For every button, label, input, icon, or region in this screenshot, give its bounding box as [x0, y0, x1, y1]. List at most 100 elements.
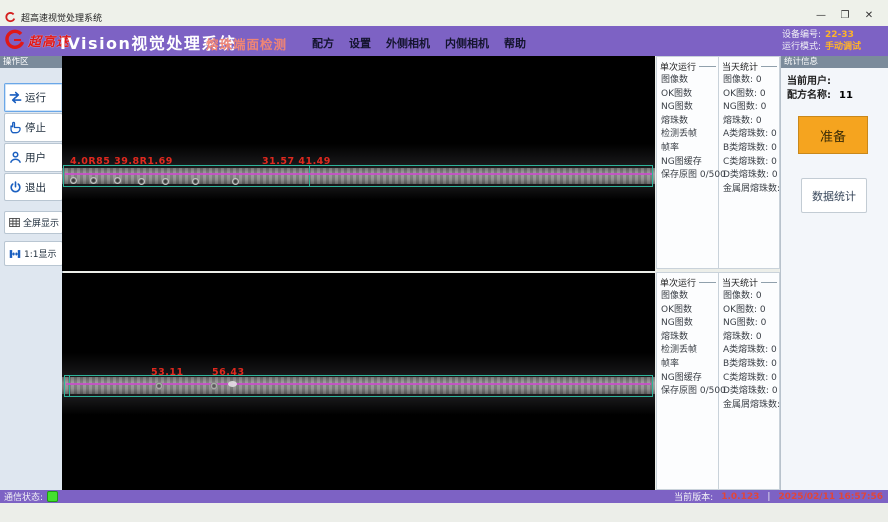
run-mode-label: 运行模式:	[782, 42, 821, 52]
exit-button[interactable]: 退出	[4, 173, 63, 201]
recipe-name-row: 配方名称:11	[787, 86, 853, 101]
window-controls: — ❐ ✕	[810, 8, 888, 26]
data-statistics-button[interactable]: 数据统计	[801, 178, 867, 213]
stop-button[interactable]: 停止	[4, 113, 63, 142]
one-to-one-icon	[8, 247, 22, 261]
stat-value: 图像数: 0	[719, 74, 779, 88]
stat-label: 图像数	[657, 290, 718, 304]
user-button[interactable]: 用户	[4, 143, 63, 172]
measurement-annotation: 56.43	[212, 367, 245, 378]
single-run-column: 单次运行 图像数 OK图数 NG图数 熔珠数 检测丢帧 帧率 NG图缓存 保存原…	[657, 57, 719, 268]
app-subtitle: 熔珠端面检测	[206, 34, 287, 53]
reflection-spot	[228, 381, 237, 387]
fullscreen-button[interactable]: 全屏显示	[4, 211, 63, 234]
stat-label: 帧率	[657, 358, 718, 372]
bead-marker	[70, 177, 77, 184]
recipe-name-value: 11	[839, 90, 853, 101]
info-panel-title: 统计信息	[781, 56, 888, 68]
stat-value: B类熔珠数: 0	[719, 142, 779, 156]
stat-value: C类熔珠数: 0	[719, 372, 779, 386]
sidebar-title: 操作区	[0, 56, 62, 68]
menu-settings[interactable]: 设置	[349, 35, 371, 51]
bead-marker	[155, 382, 163, 390]
bead-marker	[138, 178, 145, 185]
stat-label: 图像数	[657, 74, 718, 88]
stat-value: D类熔珠数: 0	[719, 169, 779, 183]
stat-value: 熔珠数: 0	[719, 331, 779, 345]
bead-marker	[232, 178, 239, 185]
version-value: 1.0.123	[721, 492, 759, 502]
menu-help[interactable]: 帮助	[504, 35, 526, 51]
stat-value: D类熔珠数: 0	[719, 385, 779, 399]
ready-button[interactable]: 准备	[798, 116, 868, 154]
app-logo-icon	[5, 12, 16, 23]
stat-value: 金属屑熔珠数: 0	[719, 399, 779, 413]
measurement-line	[65, 173, 652, 175]
stat-label: NG图数	[657, 101, 718, 115]
user-icon	[8, 150, 23, 165]
menu-recipe[interactable]: 配方	[312, 35, 334, 51]
stat-value: 熔珠数: 0	[719, 115, 779, 129]
hand-stop-icon	[8, 120, 23, 135]
stat-value: OK图数: 0	[719, 304, 779, 318]
today-stats-title: 当天统计	[722, 60, 758, 73]
menu-outer-camera[interactable]: 外侧相机	[386, 35, 430, 51]
brand-logo-icon	[4, 29, 26, 51]
app-header: 超高速 IVision视觉处理系统 熔珠端面检测 配方 设置 外侧相机 内侧相机…	[0, 26, 888, 56]
minimize-button[interactable]: —	[810, 8, 832, 24]
stat-label: 熔珠数	[657, 331, 718, 345]
stat-label: 熔珠数	[657, 115, 718, 129]
camera-viewport-inner[interactable]: 53.11 56.43	[62, 273, 655, 490]
device-info: 设备编号: 22-33 运行模式: 手动调试	[782, 29, 882, 53]
window-title: 超高速视觉处理系统	[21, 11, 102, 24]
stat-label: NG图数	[657, 317, 718, 331]
today-stats-title: 当天统计	[722, 276, 758, 289]
fullscreen-grid-icon	[8, 216, 21, 229]
bead-marker	[192, 178, 199, 185]
close-button[interactable]: ✕	[858, 8, 880, 24]
device-number-label: 设备编号:	[782, 30, 821, 40]
fullscreen-label: 全屏显示	[23, 216, 59, 229]
stat-value: OK图数: 0	[719, 88, 779, 102]
menu-inner-camera[interactable]: 内侧相机	[445, 35, 489, 51]
stat-label: OK图数	[657, 304, 718, 318]
stat-value: A类熔珠数: 0	[719, 344, 779, 358]
stat-value: A类熔珠数: 0	[719, 128, 779, 142]
stat-label: 检测丢帧	[657, 128, 718, 142]
one-to-one-button[interactable]: 1:1显示	[4, 241, 63, 266]
detection-roi-outline	[63, 165, 653, 187]
single-run-title: 单次运行	[660, 276, 696, 289]
stat-label: 保存原图 0/500	[657, 385, 718, 399]
stats-panel-inner: 单次运行 图像数 OK图数 NG图数 熔珠数 检测丢帧 帧率 NG图缓存 保存原…	[656, 272, 780, 490]
stat-label: OK图数	[657, 88, 718, 102]
run-mode-value: 手动调试	[825, 42, 861, 52]
camera-viewport-outer[interactable]: 4.0R85 39.8R1.69 31.57 41.49	[62, 56, 655, 271]
comm-status-led	[47, 491, 58, 502]
status-separator: |	[767, 492, 770, 502]
app-window: 超高速视觉处理系统 — ❐ ✕ 超高速 IVision视觉处理系统 熔珠端面检测…	[0, 0, 888, 522]
current-user-row: 当前用户:	[787, 72, 839, 87]
stat-label: 保存原图 0/500	[657, 169, 718, 183]
exit-label: 退出	[25, 180, 46, 195]
single-run-title: 单次运行	[660, 60, 696, 73]
info-panel: 统计信息 当前用户: 配方名称:11 准备 数据统计	[780, 56, 888, 490]
stat-value: B类熔珠数: 0	[719, 358, 779, 372]
bead-marker	[114, 177, 121, 184]
one-to-one-label: 1:1显示	[24, 247, 57, 260]
datetime-value: 2025/02/11 16:57:56	[778, 492, 883, 502]
stat-value: NG图数: 0	[719, 317, 779, 331]
measurement-annotation: 53.11	[151, 367, 184, 378]
restore-button[interactable]: ❐	[834, 8, 856, 24]
stat-value: 图像数: 0	[719, 290, 779, 304]
power-icon	[8, 180, 23, 195]
stat-label: 检测丢帧	[657, 344, 718, 358]
version-label: 当前版本:	[674, 490, 713, 503]
stat-value: 金属屑熔珠数: 0	[719, 183, 779, 197]
device-number-value: 22-33	[825, 30, 854, 40]
sidebar-operations: 操作区 运行 停止 用户	[0, 56, 63, 490]
run-button[interactable]: 运行	[4, 83, 63, 112]
today-stats-column: 当天统计 图像数: 0 OK图数: 0 NG图数: 0 熔珠数: 0 A类熔珠数…	[719, 57, 779, 268]
user-label: 用户	[25, 150, 46, 165]
stat-label: NG图缓存	[657, 156, 718, 170]
desktop-background	[0, 503, 888, 522]
